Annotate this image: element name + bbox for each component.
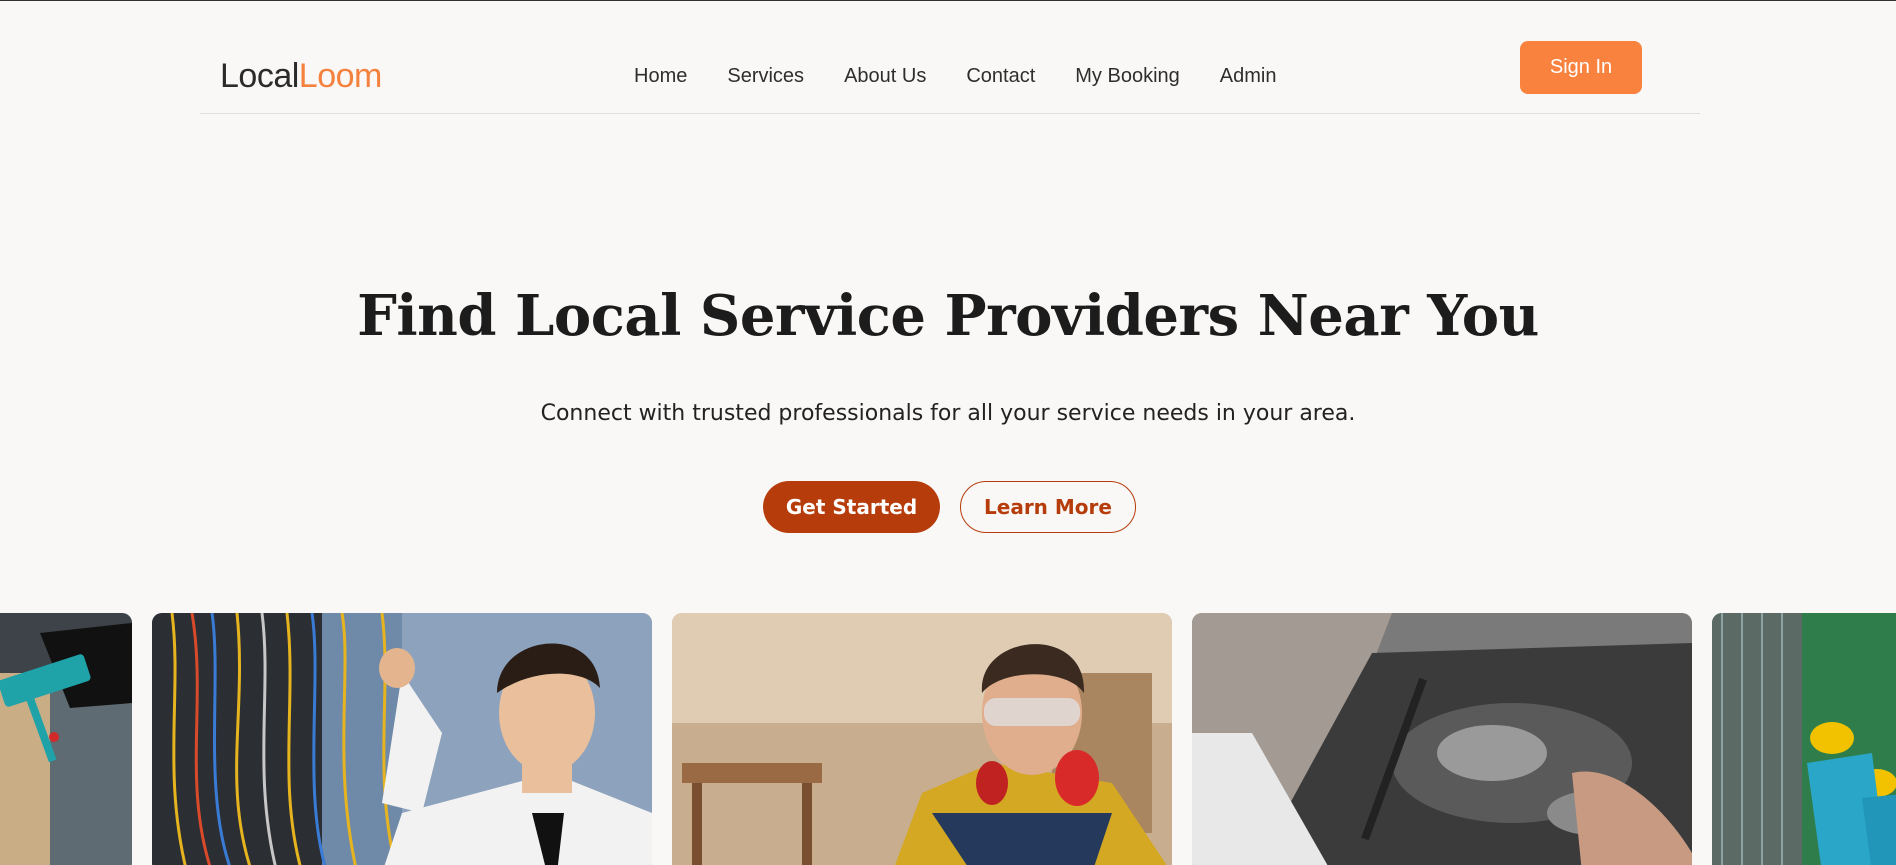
carpenter-photo <box>672 613 1172 865</box>
nav-my-booking[interactable]: My Booking <box>1075 65 1180 88</box>
logo-text-local: Local <box>220 57 299 95</box>
site-header: LocalLoom Home Services About Us Contact… <box>200 1 1700 114</box>
construction-worker-photo <box>1712 613 1896 865</box>
mechanic-photo <box>1192 613 1692 865</box>
cleaner-photo <box>0 613 132 865</box>
get-started-button[interactable]: Get Started <box>763 481 940 533</box>
nav-admin[interactable]: Admin <box>1220 65 1277 88</box>
sign-in-button[interactable]: Sign In <box>1520 41 1642 94</box>
nav-services[interactable]: Services <box>727 65 804 88</box>
nav-home[interactable]: Home <box>634 65 687 88</box>
learn-more-button[interactable]: Learn More <box>960 481 1136 533</box>
logo-text-loom: Loom <box>298 57 383 95</box>
nav-contact[interactable]: Contact <box>966 65 1035 88</box>
nav-about-us[interactable]: About Us <box>844 65 926 88</box>
main-nav: Home Services About Us Contact My Bookin… <box>634 65 1276 88</box>
hero-title: Find Local Service Providers Near You <box>357 283 1539 349</box>
site-logo[interactable]: LocalLoom <box>220 57 382 96</box>
hero-subtitle: Connect with trusted professionals for a… <box>540 401 1356 426</box>
electrician-photo <box>152 613 652 865</box>
